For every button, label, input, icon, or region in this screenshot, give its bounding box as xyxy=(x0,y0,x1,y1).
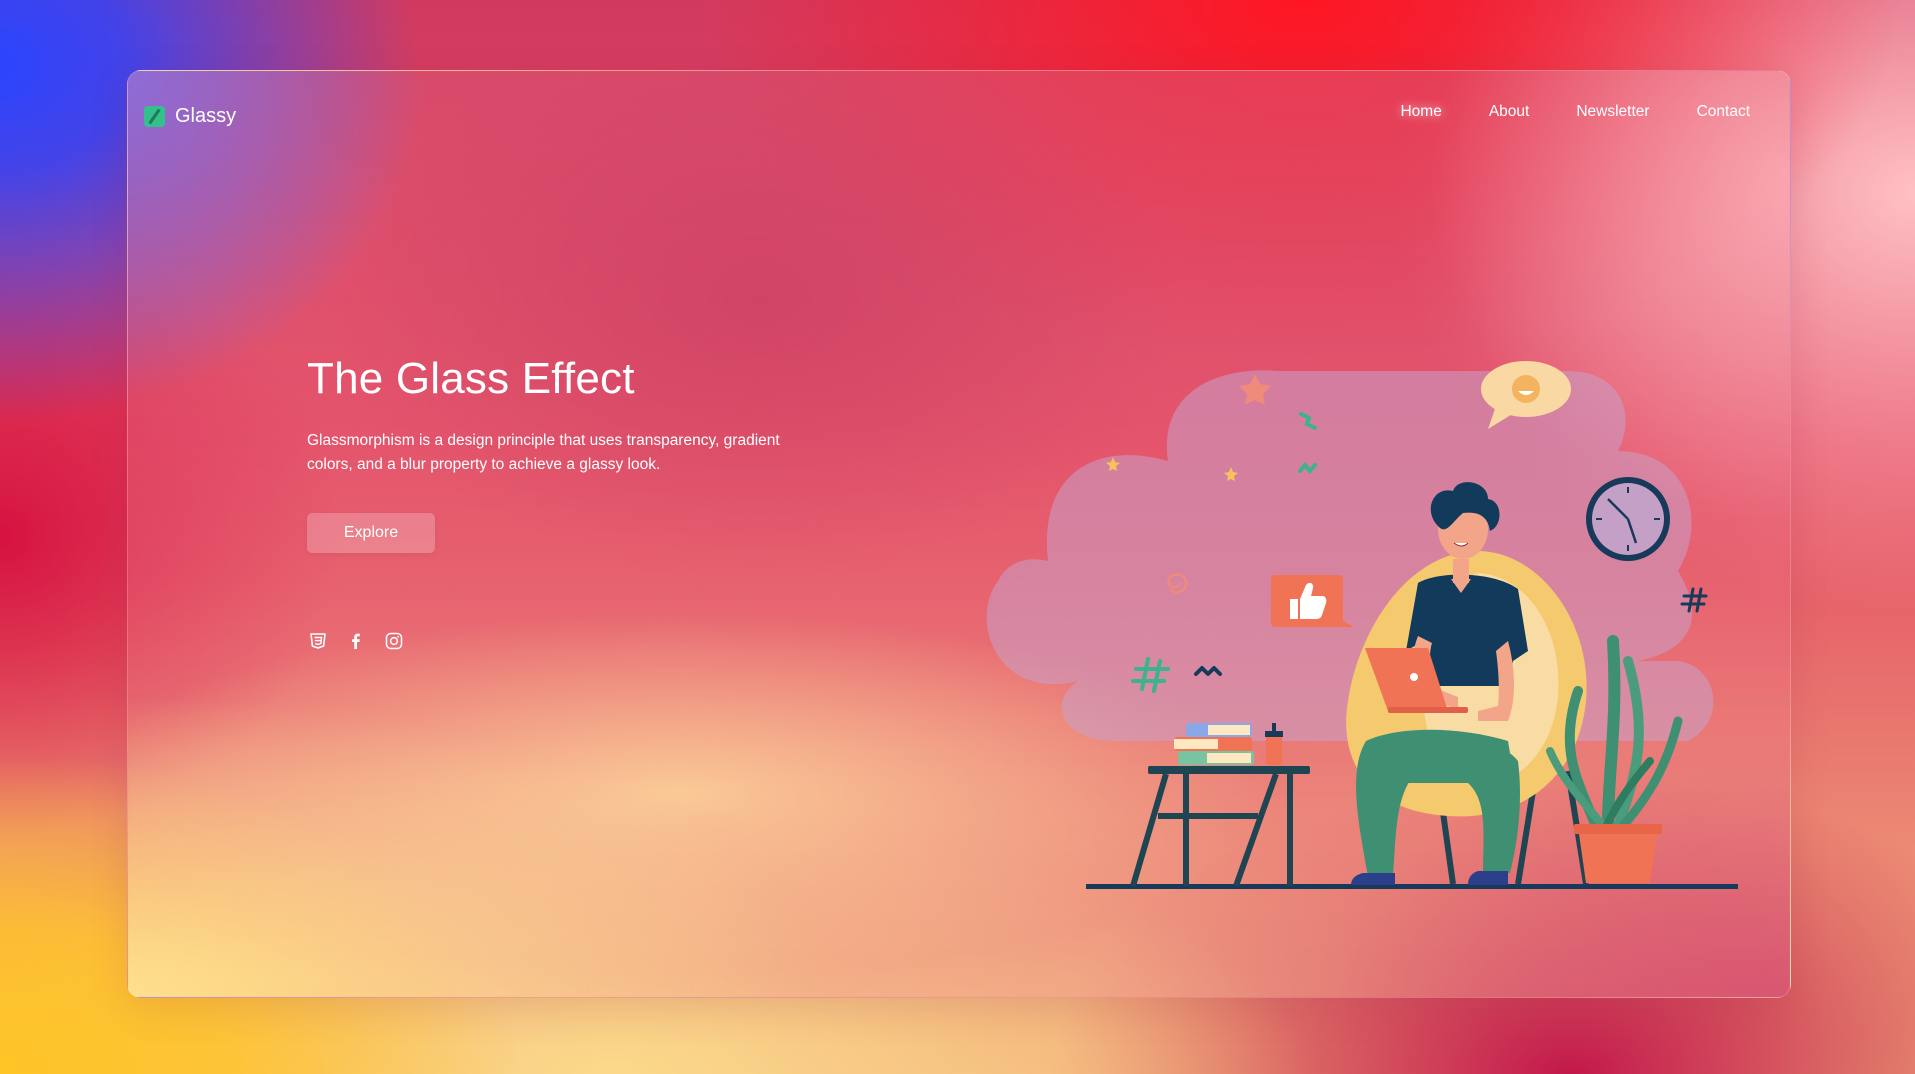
person-with-laptop-illustration xyxy=(986,361,1738,889)
thumbs-up-icon xyxy=(1271,575,1354,627)
side-table xyxy=(1130,766,1310,888)
social-links xyxy=(308,631,404,651)
brand-logo[interactable]: Glassy xyxy=(144,105,236,128)
blob-background xyxy=(986,370,1714,741)
instagram-icon[interactable] xyxy=(384,631,404,651)
book-stack xyxy=(1174,723,1254,765)
facebook-icon[interactable] xyxy=(346,631,366,651)
hero-description: Glassmorphism is a design principle that… xyxy=(307,432,780,473)
nav-home[interactable]: Home xyxy=(1400,103,1441,121)
hero-title: The Glass Effect xyxy=(307,354,635,403)
nav-newsletter[interactable]: Newsletter xyxy=(1576,103,1649,121)
nav-contact[interactable]: Contact xyxy=(1697,103,1750,121)
clock-icon xyxy=(1586,477,1670,561)
css3-icon[interactable] xyxy=(308,631,328,651)
glass-card: Glassy Home About Newsletter Contact The… xyxy=(127,70,1791,998)
main-nav: Home About Newsletter Contact xyxy=(1400,103,1750,121)
brand-name: Glassy xyxy=(175,105,237,127)
explore-button[interactable]: Explore xyxy=(307,513,435,553)
leaf-square-icon xyxy=(144,106,165,127)
squiggle-decoration xyxy=(1298,461,1317,475)
nav-about[interactable]: About xyxy=(1489,103,1530,121)
